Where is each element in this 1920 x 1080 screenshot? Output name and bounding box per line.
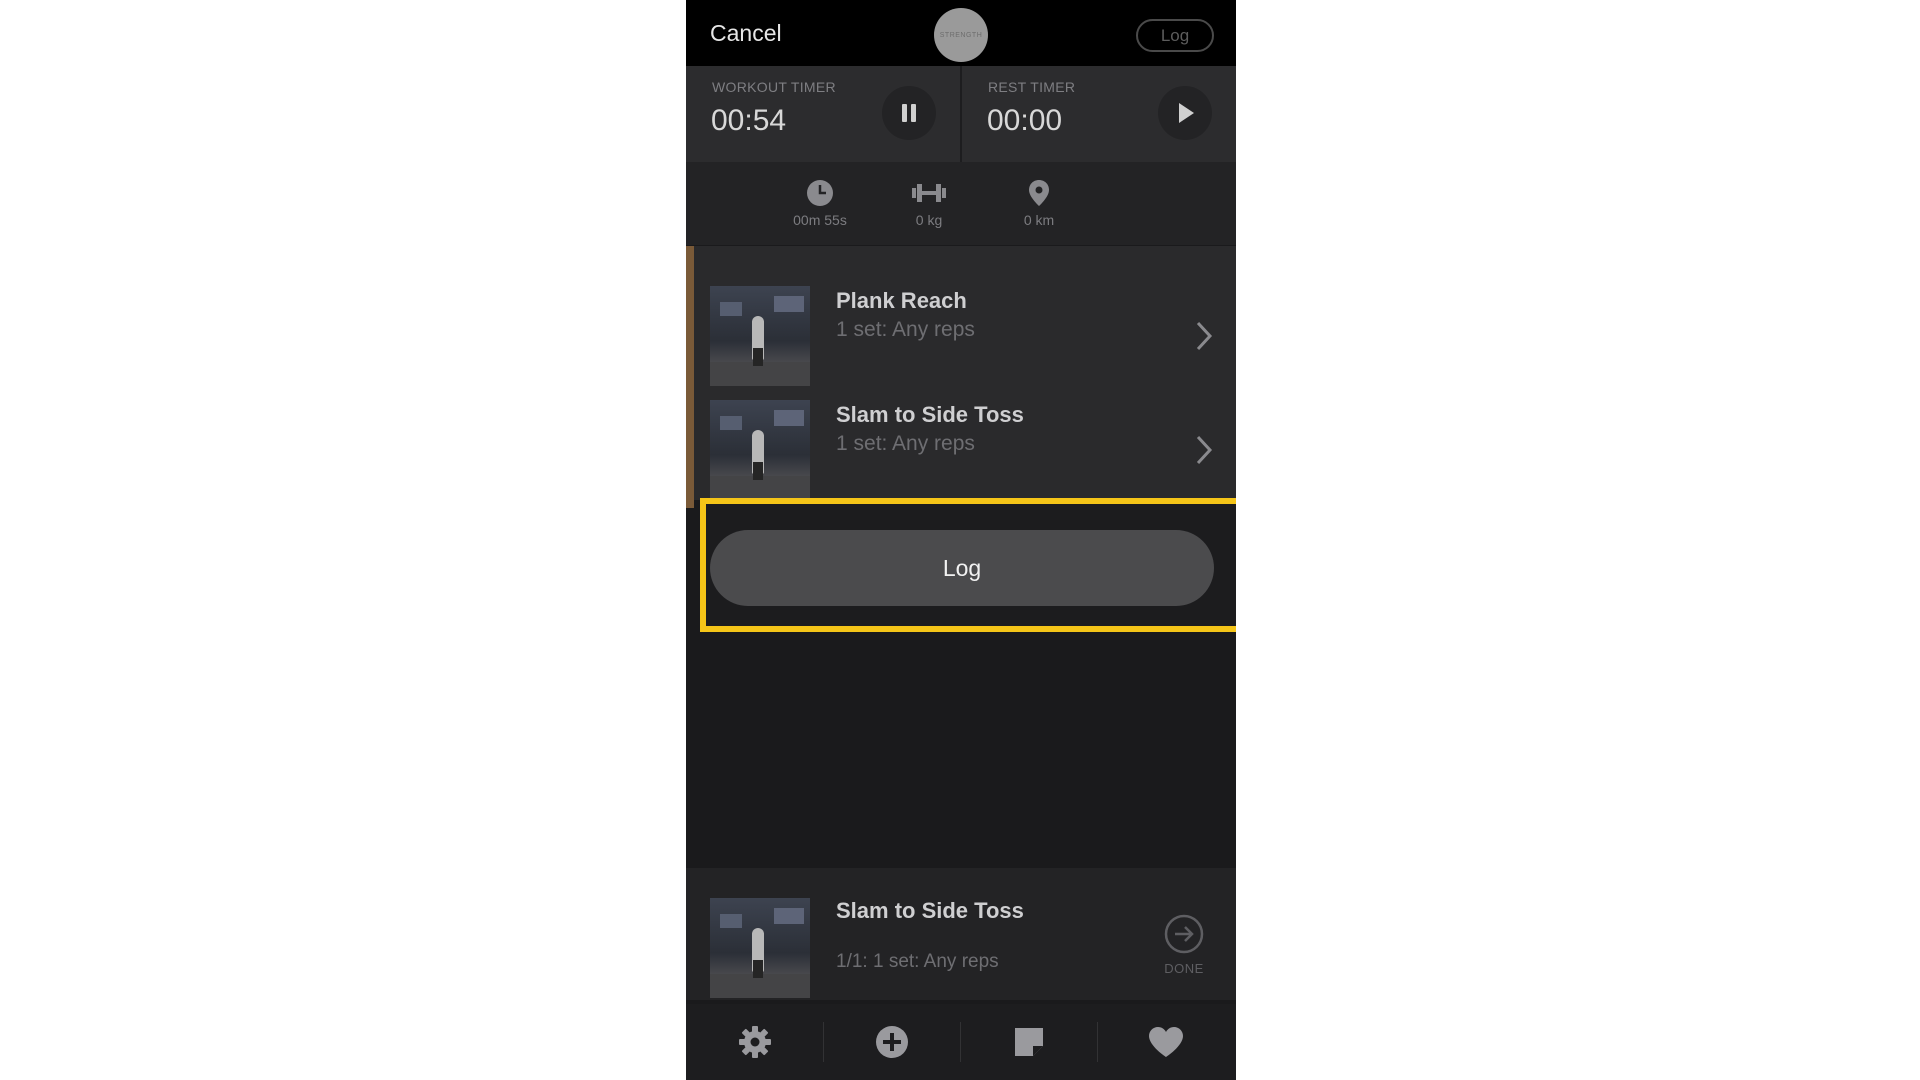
play-icon	[1179, 103, 1194, 123]
exercise-title: Plank Reach	[836, 288, 967, 313]
arrow-right-circle-icon	[1164, 914, 1204, 954]
nav-settings[interactable]	[686, 1018, 823, 1066]
log-button-highlight: Log	[700, 498, 1236, 632]
rest-timer: REST TIMER 00:00	[962, 66, 1236, 162]
cancel-button[interactable]: Cancel	[710, 20, 782, 47]
done-label: DONE	[1164, 961, 1204, 976]
note-icon	[1014, 1028, 1043, 1056]
location-pin-icon	[1029, 180, 1049, 206]
dumbbell-icon	[912, 184, 946, 202]
plus-circle-icon	[875, 1026, 908, 1058]
stats-bar: 00m 55s 0 kg 0 km	[686, 162, 1236, 245]
chevron-right-icon	[1196, 435, 1213, 465]
exercise-subtitle: 1 set: Any reps	[836, 318, 975, 341]
timers-panel: WORKOUT TIMER 00:54 REST TIMER 00:00	[686, 66, 1236, 162]
stat-weight-value: 0 kg	[915, 212, 943, 228]
exercise-list: Plank Reach 1 set: Any reps Slam to Side…	[686, 246, 1236, 508]
exercise-item[interactable]: Plank Reach 1 set: Any reps	[686, 246, 1236, 386]
gear-icon	[738, 1026, 771, 1058]
done-button[interactable]: DONE	[1162, 914, 1206, 976]
rest-timer-value: 00:00	[987, 104, 1063, 137]
workout-pause-button[interactable]	[882, 86, 936, 140]
bottom-nav	[686, 1004, 1236, 1080]
exercise-item[interactable]: Slam to Side Toss 1 set: Any reps	[686, 360, 1236, 500]
workout-timer-value: 00:54	[711, 104, 787, 137]
heart-icon	[1148, 1027, 1183, 1057]
pause-icon	[902, 104, 916, 122]
stat-distance-value: 0 km	[1023, 212, 1055, 228]
top-bar: Cancel STRENGTH Log	[686, 0, 1236, 66]
current-exercise-title: Slam to Side Toss	[836, 898, 1024, 923]
stat-duration-value: 00m 55s	[793, 212, 847, 228]
current-exercise-panel: Slam to Side Toss 1/1: 1 set: Any reps D…	[686, 868, 1236, 1000]
nav-favorite[interactable]	[1097, 1018, 1234, 1066]
nav-notes[interactable]	[960, 1018, 1097, 1066]
current-exercise-thumbnail	[710, 898, 810, 998]
log-button[interactable]: Log	[710, 530, 1214, 606]
rest-timer-label: REST TIMER	[988, 79, 1076, 95]
stat-weight: 0 kg	[884, 178, 974, 228]
log-top-button[interactable]: Log	[1136, 19, 1214, 52]
workout-screen: Cancel STRENGTH Log WORKOUT TIMER 00:54 …	[686, 0, 1236, 1080]
clock-icon	[807, 180, 833, 206]
nav-add[interactable]	[823, 1018, 960, 1066]
exercise-thumbnail	[710, 400, 810, 500]
rest-play-button[interactable]	[1158, 86, 1212, 140]
exercise-title: Slam to Side Toss	[836, 402, 1024, 427]
logo-text: STRENGTH	[939, 31, 983, 39]
app-logo: STRENGTH	[934, 8, 988, 62]
stat-distance: 0 km	[994, 178, 1084, 228]
chevron-right-icon	[1196, 321, 1213, 351]
stat-duration: 00m 55s	[775, 178, 865, 228]
workout-timer-label: WORKOUT TIMER	[712, 79, 836, 95]
workout-timer: WORKOUT TIMER 00:54	[686, 66, 960, 162]
current-exercise-subtitle: 1/1: 1 set: Any reps	[836, 951, 999, 972]
exercise-subtitle: 1 set: Any reps	[836, 432, 975, 455]
